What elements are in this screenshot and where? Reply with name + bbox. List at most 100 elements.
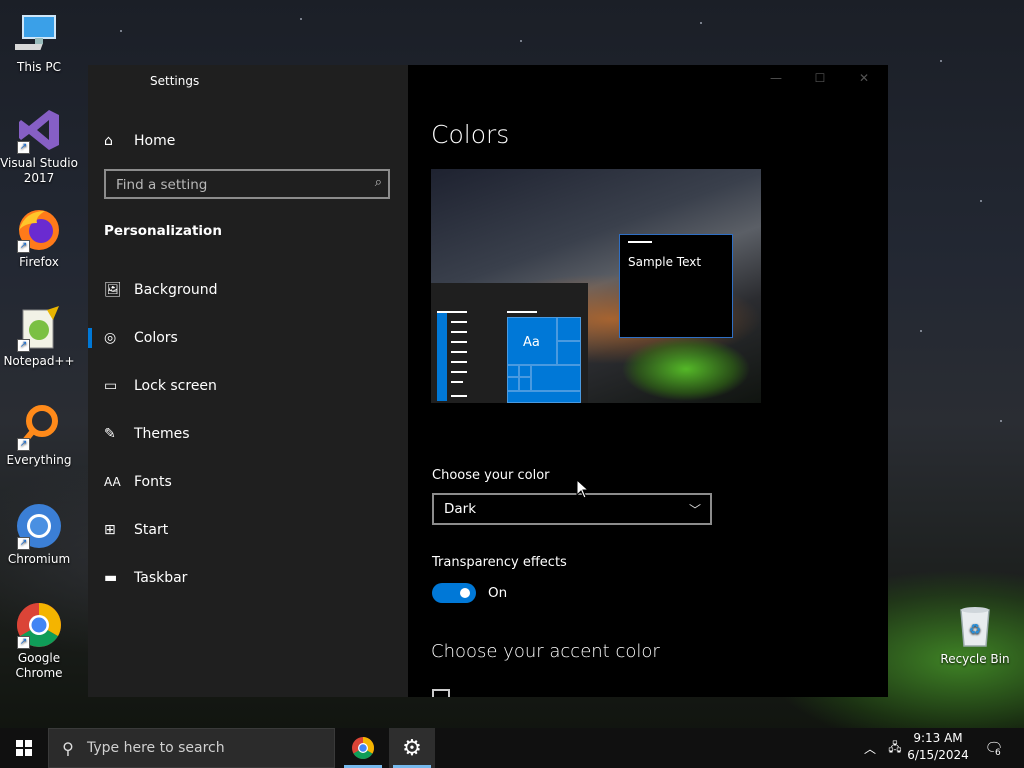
desktop-icon-label: Firefox — [19, 255, 59, 269]
close-button[interactable]: ✕ — [844, 71, 884, 85]
sidebar-item-label: Fonts — [134, 474, 172, 490]
settings-sidebar: Settings ⌂ Home ⌕ Personalization 🖼 Back… — [88, 65, 408, 697]
desktop-icon-label: Google Chrome — [15, 651, 63, 680]
sidebar-item-label: Home — [134, 133, 176, 149]
settings-window: Settings ⌂ Home ⌕ Personalization 🖼 Back… — [88, 65, 888, 697]
start-button[interactable] — [0, 728, 48, 768]
taskbar-clock[interactable]: 9:13 AM 6/15/2024 — [905, 730, 971, 764]
desktop-icon-chromium[interactable]: ↗ Chromium — [0, 502, 78, 567]
sidebar-item-label: Taskbar — [134, 570, 188, 586]
transparency-toggle[interactable] — [432, 583, 476, 603]
google-chrome-icon — [352, 737, 374, 759]
page-title: Colors — [431, 120, 510, 149]
desktop-icon-label: Recycle Bin — [940, 652, 1010, 666]
preview-start-menu: Aa — [431, 283, 588, 403]
google-chrome-icon: ↗ — [15, 601, 63, 649]
mouse-cursor-icon — [576, 479, 590, 499]
gear-icon: ⚙ — [402, 735, 422, 761]
transparency-state: On — [488, 585, 508, 601]
maximize-button[interactable]: ☐ — [800, 71, 840, 85]
palette-icon: ◎ — [104, 330, 117, 346]
sidebar-item-background[interactable]: 🖼 Background — [104, 277, 394, 303]
shortcut-arrow-icon: ↗ — [17, 339, 30, 352]
desktop-icon-google-chrome[interactable]: ↗ Google Chrome — [0, 601, 78, 681]
desktop-icon-label: Everything — [6, 453, 72, 467]
notepad-plus-plus-icon: ↗ — [15, 304, 63, 352]
sidebar-item-label: Colors — [134, 330, 178, 346]
shortcut-arrow-icon: ↗ — [17, 141, 30, 154]
shortcut-arrow-icon: ↗ — [17, 438, 30, 451]
clock-time: 9:13 AM — [913, 731, 963, 745]
find-setting-search[interactable]: ⌕ — [104, 169, 390, 199]
themes-icon: ✎ — [104, 426, 116, 442]
taskbar-settings-button[interactable]: ⚙ — [389, 728, 435, 768]
svg-text:♻: ♻ — [969, 622, 982, 638]
fonts-icon: AA — [104, 475, 121, 489]
color-preview: Aa Sample Text — [431, 169, 761, 403]
start-icon: ⊞ — [104, 522, 116, 538]
sidebar-item-colors[interactable]: ◎ Colors — [88, 325, 394, 351]
desktop-icon-recycle-bin[interactable]: ♻ Recycle Bin — [936, 602, 1014, 667]
everything-search-icon: ↗ — [15, 403, 63, 451]
find-setting-input[interactable] — [106, 171, 368, 199]
network-icon[interactable]: 🖧 — [884, 728, 906, 768]
transparency-label: Transparency effects — [432, 555, 567, 570]
window-title: Settings — [150, 74, 200, 88]
preview-sample-text: Sample Text — [628, 255, 702, 269]
home-icon: ⌂ — [104, 133, 113, 149]
shortcut-arrow-icon: ↗ — [17, 240, 30, 253]
sidebar-item-start[interactable]: ⊞ Start — [104, 517, 394, 543]
sidebar-item-label: Background — [134, 282, 218, 298]
desktop-icon-everything[interactable]: ↗ Everything — [0, 403, 78, 468]
taskbar-search-box[interactable]: ⚲ Type here to search — [48, 728, 335, 768]
desktop-icon-notepad-plus-plus[interactable]: ↗ Notepad++ — [0, 304, 78, 369]
lock-screen-icon: ▭ — [104, 378, 118, 394]
sidebar-item-lock-screen[interactable]: ▭ Lock screen — [104, 373, 394, 399]
preview-window: Sample Text — [619, 234, 733, 338]
shortcut-arrow-icon: ↗ — [17, 537, 30, 550]
sidebar-item-taskbar[interactable]: ▬ Taskbar — [104, 565, 394, 591]
notification-center-button[interactable]: 🗨 6 — [980, 728, 1008, 768]
toggle-knob — [460, 588, 470, 598]
desktop-icon-label: This PC — [17, 60, 61, 74]
preview-tile-label: Aa — [523, 335, 540, 350]
tray-chevron-up-icon[interactable]: ︿ — [860, 728, 880, 768]
sidebar-item-label: Start — [134, 522, 169, 538]
sidebar-item-label: Themes — [134, 426, 190, 442]
chromium-icon: ↗ — [15, 502, 63, 550]
desktop-icon-this-pc[interactable]: This PC — [0, 10, 78, 75]
accent-color-heading: Choose your accent color — [431, 641, 660, 662]
choose-color-dropdown[interactable]: Dark ﹀ — [432, 493, 712, 525]
sidebar-item-home[interactable]: ⌂ Home — [104, 129, 175, 153]
taskbar-icon: ▬ — [104, 570, 118, 586]
notification-count: 6 — [994, 748, 1002, 758]
taskbar: ⚲ Type here to search ⚙ ︿ 🖧 9:13 AM 6/15… — [0, 728, 1024, 768]
computer-icon — [10, 10, 63, 58]
sidebar-item-fonts[interactable]: AA Fonts — [104, 469, 394, 495]
visual-studio-icon: ↗ — [15, 106, 63, 154]
choose-color-label: Choose your color — [432, 468, 550, 483]
firefox-icon: ↗ — [15, 205, 63, 253]
choose-color-value: Dark — [444, 501, 477, 517]
taskbar-chrome-button[interactable] — [340, 728, 386, 768]
section-heading: Personalization — [104, 223, 222, 239]
desktop-icon-label: Visual Studio 2017 — [0, 156, 78, 185]
image-icon: 🖼 — [104, 282, 122, 298]
minimize-button[interactable]: — — [756, 71, 796, 85]
desktop-icon-label: Chromium — [7, 552, 71, 566]
sidebar-item-themes[interactable]: ✎ Themes — [104, 421, 394, 447]
settings-content: — ☐ ✕ Colors Aa Sample Text Choose your … — [408, 65, 888, 697]
desktop-icon-visual-studio[interactable]: ↗ Visual Studio 2017 — [0, 106, 78, 186]
search-icon: ⚲ — [62, 738, 74, 758]
auto-accent-checkbox[interactable] — [432, 689, 450, 697]
clock-date: 6/15/2024 — [907, 748, 969, 762]
chevron-down-icon: ﹀ — [688, 502, 701, 517]
sidebar-item-label: Lock screen — [134, 378, 217, 394]
taskbar-search-placeholder: Type here to search — [87, 740, 225, 756]
shortcut-arrow-icon: ↗ — [17, 636, 30, 649]
recycle-bin-icon: ♻ — [951, 602, 999, 650]
windows-logo-icon — [16, 740, 32, 756]
desktop-icon-label: Notepad++ — [3, 354, 75, 368]
desktop-icon-firefox[interactable]: ↗ Firefox — [0, 205, 78, 270]
search-icon: ⌕ — [374, 175, 382, 190]
